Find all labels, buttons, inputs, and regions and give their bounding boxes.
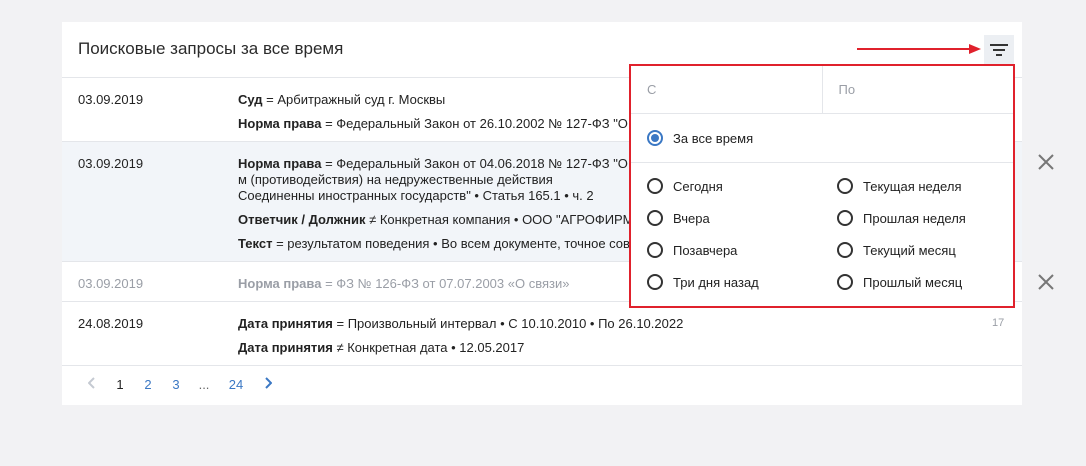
query-label: Норма права — [238, 276, 322, 291]
option-current-month[interactable]: Текущий месяц — [837, 242, 956, 258]
page-last[interactable]: 24 — [218, 377, 254, 392]
pagination: 1 2 3 ... 24 — [78, 374, 282, 394]
radio[interactable] — [647, 242, 663, 258]
query-value: ≠ Конкретная дата • 12.05.2017 — [332, 340, 525, 355]
page-1[interactable]: 1 — [106, 377, 134, 392]
delete-row-button[interactable] — [1037, 273, 1055, 291]
date-range-inputs — [631, 66, 1013, 114]
divider — [631, 162, 1013, 163]
option-label: Текущий месяц — [863, 242, 956, 258]
query-label: Ответчик / Должник — [238, 212, 366, 227]
filter-icon — [990, 44, 1008, 56]
option-three-days-ago[interactable]: Три дня назад — [647, 274, 759, 290]
query-line: Дата принятия = Произвольный интервал • … — [238, 316, 718, 332]
page-title: Поисковые запросы за все время — [78, 39, 344, 58]
radio[interactable] — [647, 210, 663, 226]
option-current-week[interactable]: Текущая неделя — [837, 178, 961, 194]
query-label: Норма права — [238, 156, 322, 171]
close-icon — [1038, 274, 1054, 290]
query-value: = ФЗ № 126-ФЗ от 07.07.2003 «О связи» — [321, 276, 570, 291]
arrow-right-icon — [857, 44, 981, 54]
option-label: Три дня назад — [673, 274, 759, 290]
date-from-input[interactable] — [631, 66, 822, 113]
option-yesterday[interactable]: Вчера — [647, 210, 710, 226]
date-to-field — [821, 66, 1013, 113]
option-label: Сегодня — [673, 178, 723, 194]
row-date: 03.09.2019 — [78, 156, 144, 171]
option-label: Вчера — [673, 210, 710, 226]
option-last-week[interactable]: Прошлая неделя — [837, 210, 966, 226]
page-2[interactable]: 2 — [134, 377, 162, 392]
option-last-month[interactable]: Прошлый месяц — [837, 274, 962, 290]
option-label: Прошлая неделя — [863, 210, 966, 226]
row-date: 03.09.2019 — [78, 92, 144, 107]
filter-button[interactable] — [984, 35, 1014, 65]
radio[interactable] — [837, 274, 853, 290]
row-content: Дата принятия = Произвольный интервал • … — [238, 316, 718, 364]
radio[interactable] — [837, 178, 853, 194]
radio[interactable] — [647, 178, 663, 194]
radio[interactable] — [837, 210, 853, 226]
prev-page-button[interactable] — [78, 376, 106, 392]
row-content: Норма права = Федеральный Закон от 04.06… — [238, 156, 634, 260]
delete-row-button[interactable] — [1037, 153, 1055, 171]
query-value: = Произвольный интервал • С 10.10.2010 •… — [332, 316, 684, 331]
row-date: 03.09.2019 — [78, 276, 144, 291]
query-label: Дата принятия — [238, 340, 333, 355]
page-3[interactable]: 3 — [162, 377, 190, 392]
query-line: Ответчик / Должник ≠ Конкретная компания… — [238, 212, 634, 228]
query-label: Суд — [238, 92, 263, 107]
date-to-input[interactable] — [822, 66, 1013, 113]
query-line: Норма права = Федеральный Закон от 04.06… — [238, 156, 632, 204]
query-label: Дата принятия — [238, 316, 333, 331]
option-day-before-yesterday[interactable]: Позавчера — [647, 242, 737, 258]
query-value: = Арбитражный суд г. Москвы — [262, 92, 446, 107]
option-label: Позавчера — [673, 242, 738, 258]
option-today[interactable]: Сегодня — [647, 178, 723, 194]
option-label: Текущая неделя — [863, 178, 962, 194]
query-value: = результатом поведения • Во всем докуме… — [272, 236, 630, 251]
radio[interactable] — [647, 274, 663, 290]
date-filter-dropdown: За все время Сегодня Вчера Позавчера Три… — [629, 64, 1015, 308]
close-icon — [1038, 154, 1054, 170]
result-count: 17 — [992, 317, 1005, 329]
query-value: ≠ Конкретная компания • ООО "АГРОФИРМ — [365, 212, 634, 227]
query-line: Дата принятия ≠ Конкретная дата • 12.05.… — [238, 340, 718, 356]
option-label: Прошлый месяц — [863, 274, 963, 290]
radio[interactable] — [837, 242, 853, 258]
chevron-left-icon — [87, 376, 95, 389]
date-from-field — [631, 66, 822, 113]
option-label: За все время — [673, 130, 754, 146]
chevron-right-icon — [265, 376, 273, 389]
next-page-button[interactable] — [254, 376, 282, 392]
page-ellipsis: ... — [198, 376, 210, 392]
query-line: Текст = результатом поведения • Во всем … — [238, 236, 632, 252]
query-label: Текст — [238, 236, 273, 251]
row-date: 24.08.2019 — [78, 316, 144, 331]
table-row[interactable]: 24.08.2019 Дата принятия = Произвольный … — [62, 302, 1022, 366]
query-label: Норма права — [238, 116, 322, 131]
query-value: = Федеральный Закон от 26.10.2002 № 127-… — [321, 116, 639, 131]
option-all-time[interactable]: За все время — [647, 130, 753, 146]
radio-selected[interactable] — [647, 130, 663, 146]
